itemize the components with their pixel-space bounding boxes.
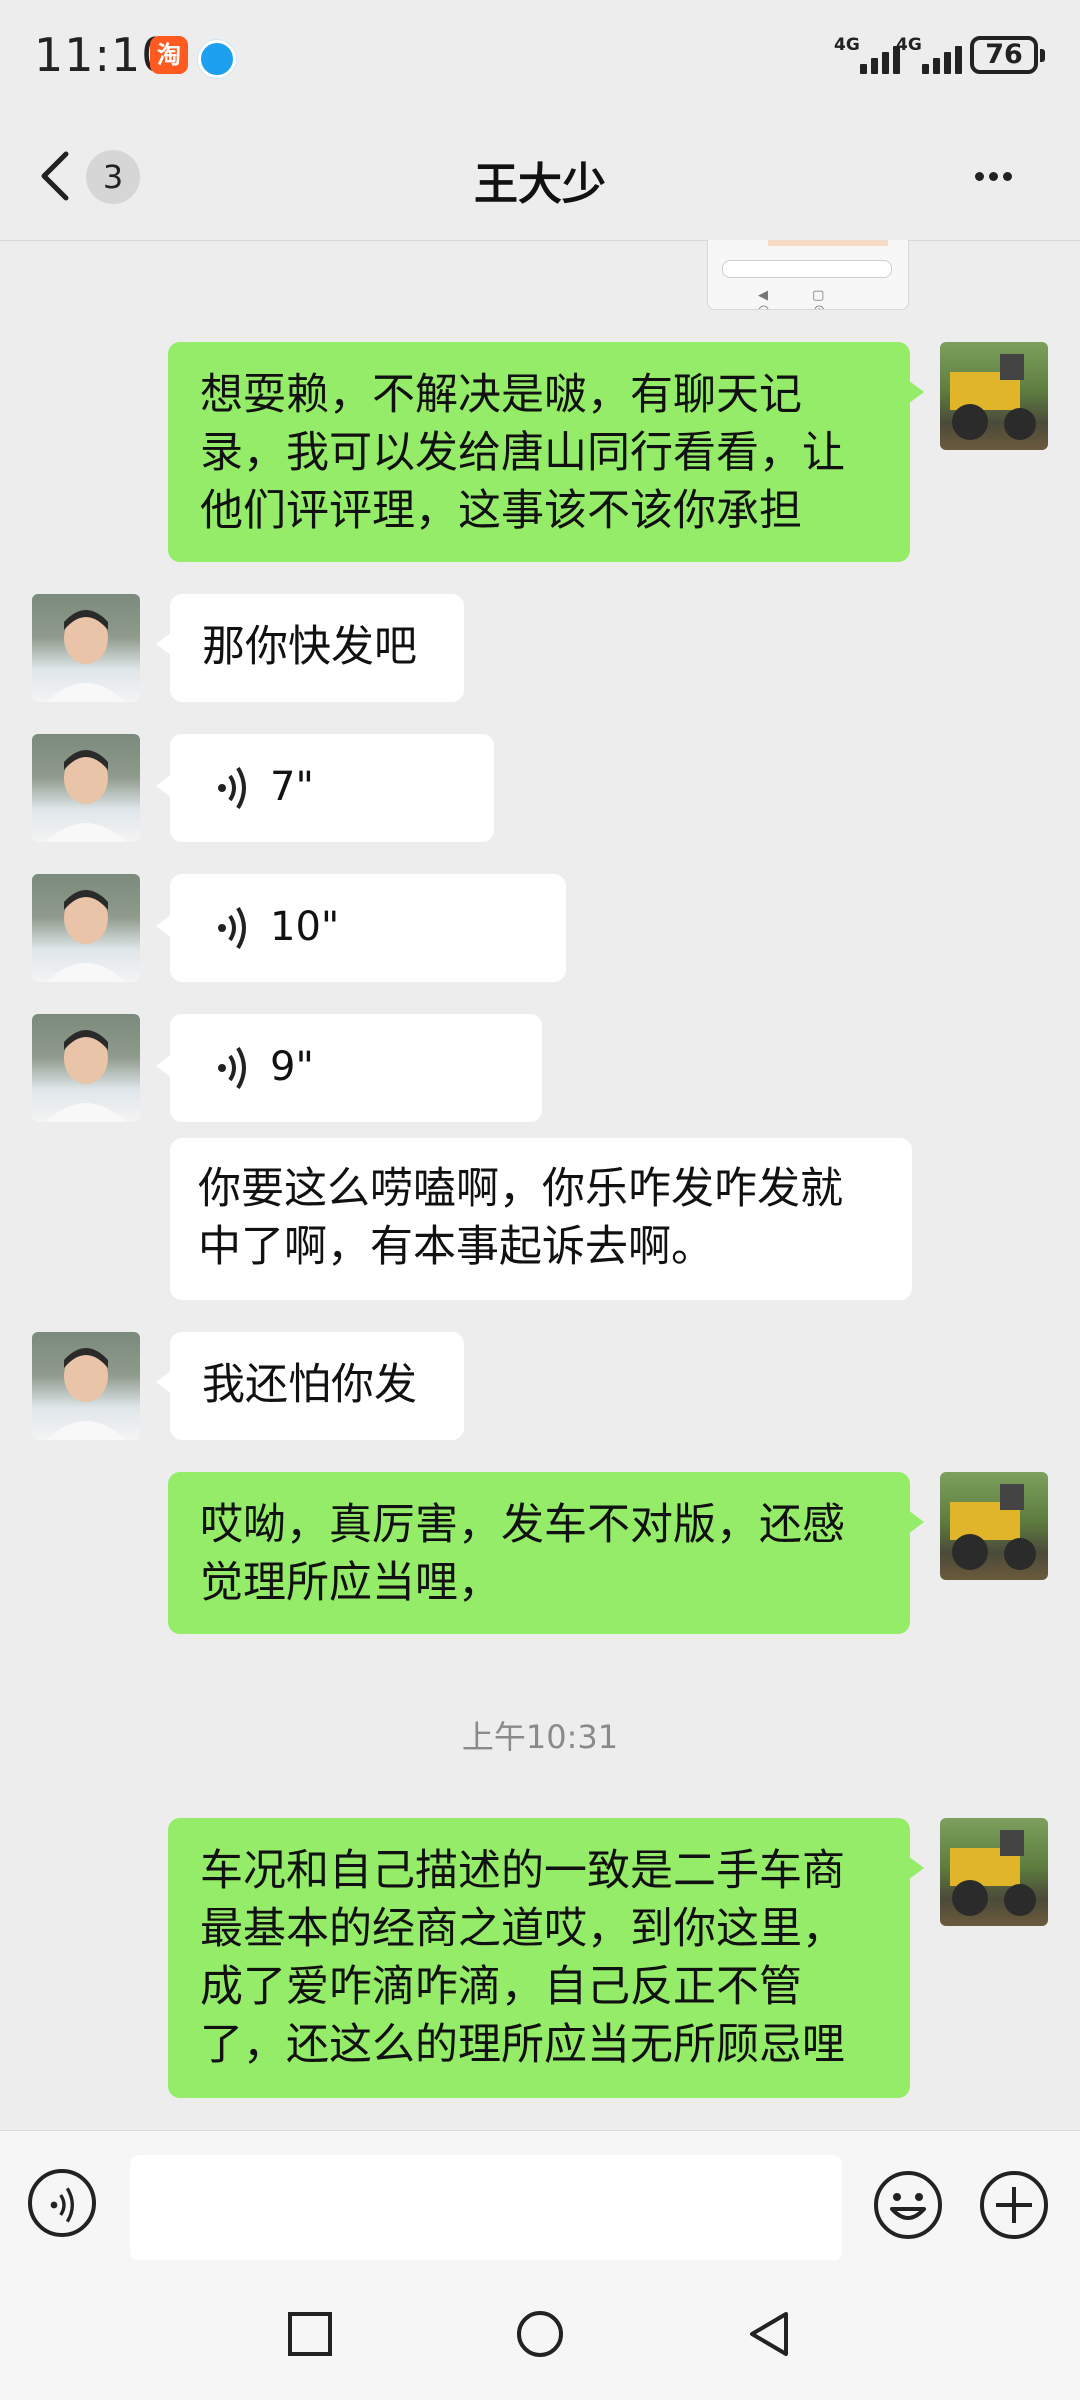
voice-input-button[interactable]: [28, 2169, 96, 2237]
square-icon: [288, 2312, 332, 2356]
contact-avatar[interactable]: [32, 874, 140, 982]
voice-wave-icon: [218, 766, 246, 810]
contact-avatar[interactable]: [32, 1014, 140, 1122]
contact-avatar[interactable]: [32, 594, 140, 702]
voice-message[interactable]: 10": [156, 874, 566, 982]
voice-icon: [50, 2187, 74, 2223]
contact-avatar[interactable]: [32, 1332, 140, 1440]
voice-wave-icon: [218, 1046, 246, 1090]
status-bar: 11:10 淘 4G 4G 76: [0, 0, 1080, 118]
my-avatar[interactable]: [940, 342, 1048, 450]
circle-icon: [517, 2311, 563, 2357]
message-bubble-outgoing[interactable]: 想耍赖，不解决是啵，有聊天记录，我可以发给唐山同行看看，让他们评评理，这事该不该…: [168, 342, 924, 562]
home-button[interactable]: [512, 2306, 568, 2362]
message-timestamp: 上午10:31: [461, 1718, 619, 1756]
system-navigation-bar: [0, 2260, 1080, 2400]
triangle-back-icon: [750, 2312, 788, 2356]
voice-duration: 10": [270, 904, 340, 950]
voice-wave-icon: [218, 906, 246, 950]
message-bubble-outgoing[interactable]: 哎呦，真厉害，发车不对版，还感觉理所应当哩，: [168, 1472, 924, 1634]
message-input[interactable]: [130, 2155, 842, 2261]
input-bar: [0, 2130, 1080, 2261]
contact-avatar[interactable]: [32, 734, 140, 842]
message-bubble-incoming[interactable]: 你要这么唠嗑啊，你乐咋发咋发就中了啊，有本事起诉去啊。: [170, 1138, 912, 1300]
my-avatar[interactable]: [940, 1818, 1048, 1926]
message-bubble-incoming[interactable]: 我还怕你发: [156, 1332, 464, 1440]
recents-button[interactable]: [282, 2306, 338, 2362]
voice-duration: 9": [270, 1044, 314, 1090]
plus-icon: [980, 2171, 1048, 2239]
my-avatar[interactable]: [940, 1472, 1048, 1580]
chat-title: 王大少: [474, 159, 606, 210]
signal-label-2: 4G: [896, 35, 922, 55]
message-bubble-incoming[interactable]: 那你快发吧: [156, 594, 464, 702]
more-functions-button[interactable]: [978, 2169, 1050, 2241]
chat-header: 3 王大少: [0, 118, 1080, 241]
taobao-icon: 淘: [150, 36, 188, 74]
signal-label: 4G: [834, 35, 860, 55]
browser-icon: [198, 40, 236, 78]
more-icon: [975, 166, 1017, 185]
emoji-button[interactable]: [872, 2169, 944, 2241]
system-back-button[interactable]: [742, 2306, 798, 2362]
battery-icon: 76: [970, 36, 1045, 74]
voice-message[interactable]: 7": [156, 734, 494, 842]
voice-duration: 7": [270, 764, 314, 810]
message-bubble-outgoing[interactable]: 车况和自己描述的一致是二手车商最基本的经商之道哎，到你这里，成了爱咋滴咋滴，自己…: [168, 1818, 924, 2098]
voice-message[interactable]: 9": [156, 1014, 542, 1122]
image-message[interactable]: ◀ ▢ ○ ◎: [707, 240, 909, 310]
smiley-icon: [874, 2171, 942, 2239]
more-button[interactable]: [975, 162, 1035, 192]
